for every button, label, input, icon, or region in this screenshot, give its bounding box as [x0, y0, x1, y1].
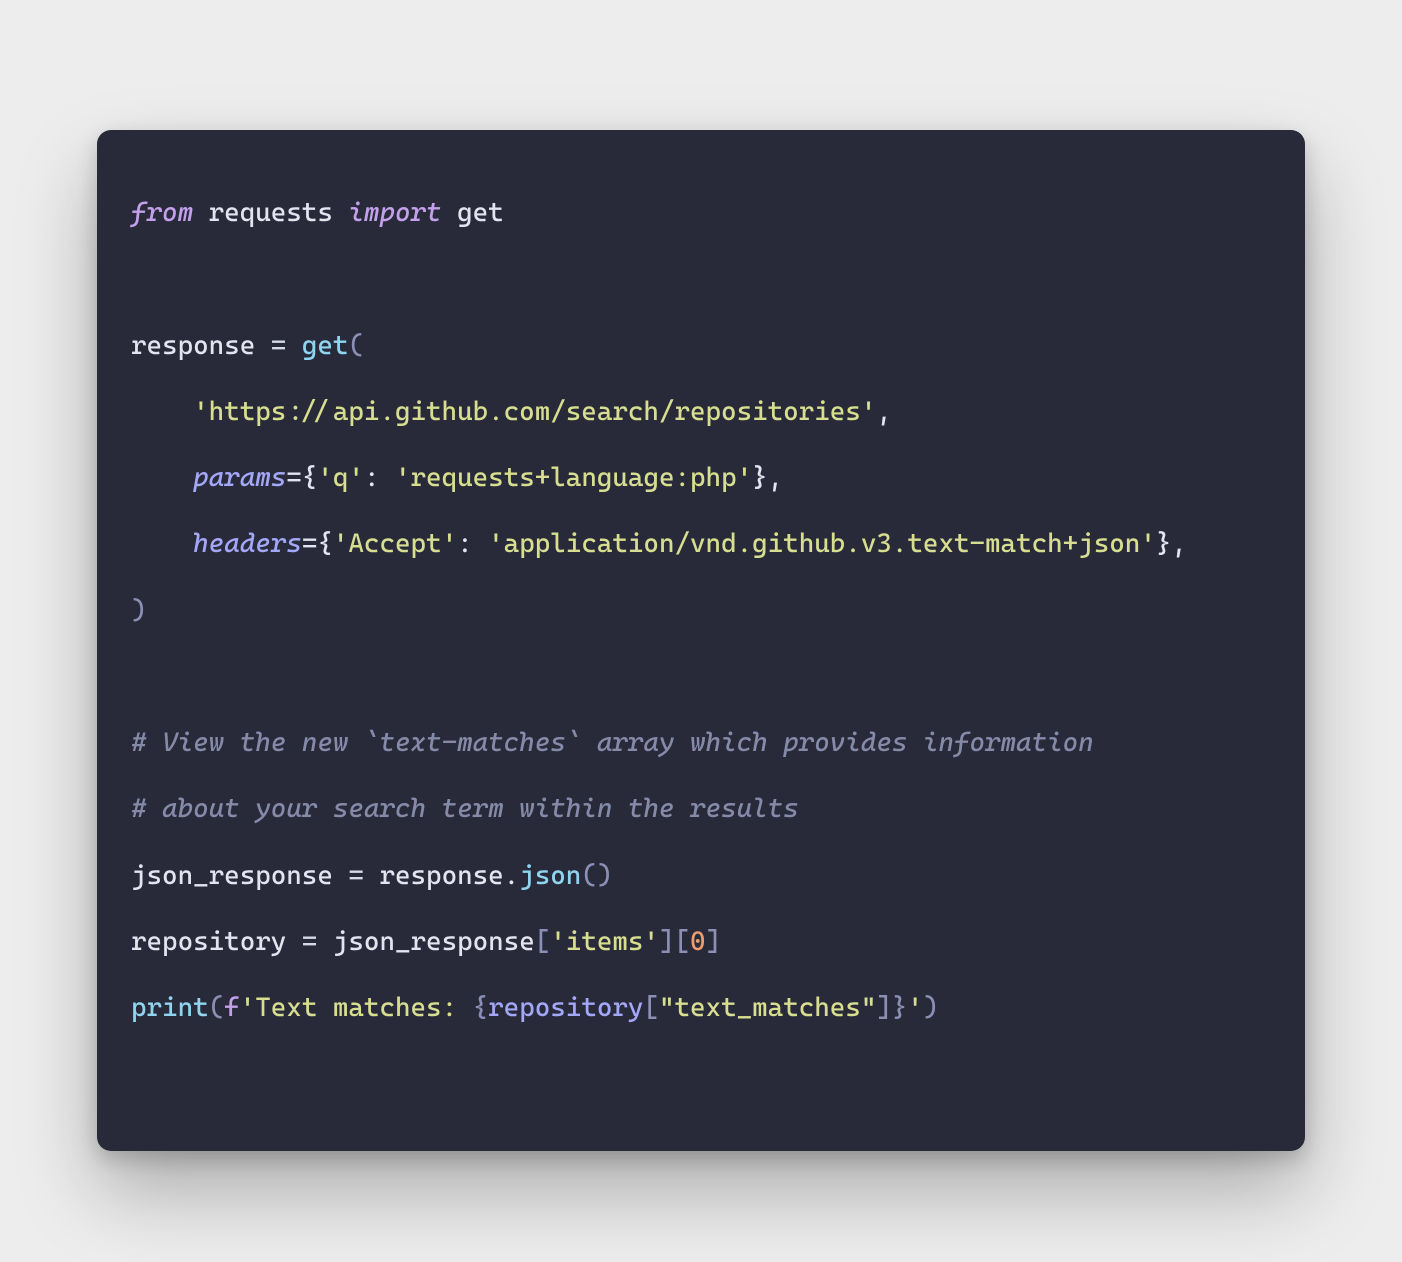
code-block[interactable]: from requests import get response = get(… [131, 180, 1271, 1041]
arg-url: 'https://api.github.com/search/repositor… [193, 396, 876, 427]
assign-op: = [286, 926, 333, 957]
fstr-text: Text matches: [255, 992, 472, 1023]
empty-parens: () [581, 860, 612, 891]
headers-val: 'application/vnd.github.v3.text-match+js… [488, 528, 1156, 559]
paren-open: ( [209, 992, 225, 1023]
ref-json-response: json_response [333, 926, 535, 957]
params-close: } [752, 462, 768, 493]
ref-response: response [379, 860, 503, 891]
kwarg-headers: headers [193, 528, 302, 559]
f-prefix: f [224, 992, 240, 1023]
paren-close: ) [131, 595, 147, 626]
assign-op: = [333, 860, 380, 891]
assign-op: = [255, 330, 302, 361]
page-background: from requests import get response = get(… [0, 0, 1402, 1262]
code-card: from requests import get response = get(… [97, 130, 1305, 1151]
params-val: 'requests+language:php' [395, 462, 752, 493]
colon: : [457, 528, 473, 559]
params-open: ={ [286, 462, 317, 493]
headers-close: } [1156, 528, 1172, 559]
idx-zero: 0 [690, 926, 706, 957]
fstr-rbrace: } [892, 992, 908, 1023]
keyword-from: from [131, 197, 193, 228]
params-key: 'q' [317, 462, 364, 493]
idx-key-items: 'items' [550, 926, 659, 957]
fstr-close: ' [907, 992, 923, 1023]
comma: , [768, 462, 784, 493]
fstr-var-repository: repository [488, 992, 643, 1023]
call-get: get [302, 330, 349, 361]
headers-open: ={ [302, 528, 333, 559]
var-json-response: json_response [131, 860, 333, 891]
paren-close: ) [923, 992, 939, 1023]
paren-open: ( [348, 330, 364, 361]
keyword-import: import [348, 197, 441, 228]
idx-close: ] [659, 926, 675, 957]
var-repository: repository [131, 926, 286, 957]
colon: : [364, 462, 380, 493]
idx-close: ] [706, 926, 722, 957]
headers-key: 'Accept' [333, 528, 457, 559]
comment-line-2: # about your search term within the resu… [131, 793, 799, 824]
fstr-lbrace: { [473, 992, 489, 1023]
var-response: response [131, 330, 255, 361]
comma: , [876, 396, 892, 427]
fstr-idx-key: "text_matches" [659, 992, 876, 1023]
idx-open: [ [535, 926, 551, 957]
module-requests: requests [209, 197, 333, 228]
kwarg-params: params [193, 462, 286, 493]
comment-line-1: # View the new `text-matches` array whic… [131, 727, 1094, 758]
call-print: print [131, 992, 209, 1023]
fstr-open: ' [240, 992, 256, 1023]
fstr-idx-close: ] [876, 992, 892, 1023]
call-json: json [519, 860, 581, 891]
import-get: get [457, 197, 504, 228]
fstr-idx-open: [ [643, 992, 659, 1023]
dot: . [504, 860, 520, 891]
comma: , [1171, 528, 1187, 559]
idx-open: [ [675, 926, 691, 957]
